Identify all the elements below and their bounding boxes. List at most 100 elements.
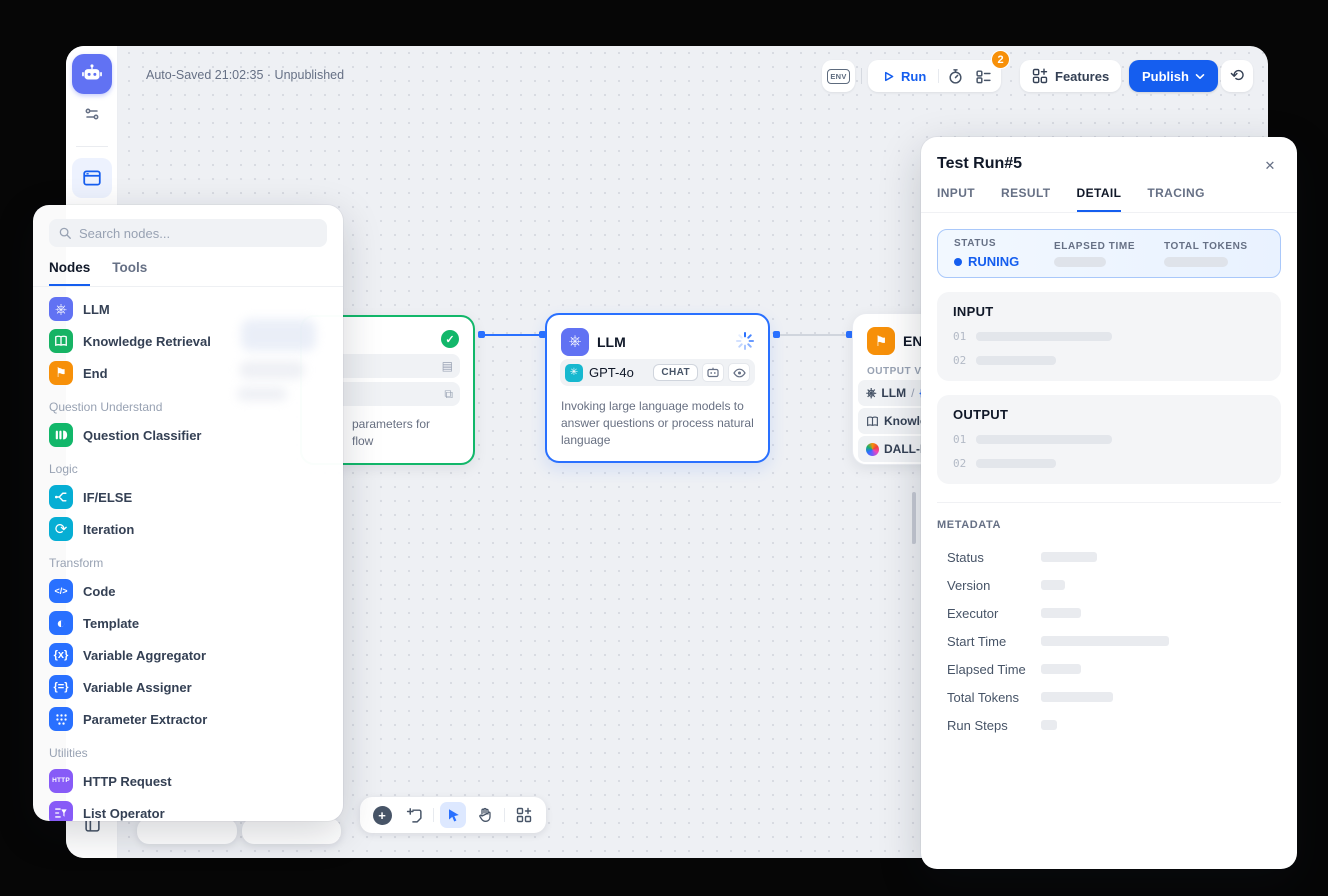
canvas-scrollbar-thumb[interactable]	[912, 492, 916, 544]
node-item-end[interactable]: ⚑ End	[41, 357, 335, 389]
node-item-variable-aggregator[interactable]: {x} Variable Aggregator	[41, 639, 335, 671]
skeleton	[1041, 720, 1057, 730]
autosave-status: Auto-Saved 21:02:35 · Unpublished	[146, 68, 344, 82]
node-item-variable-assigner[interactable]: {=} Variable Assigner	[41, 671, 335, 703]
llm-node-header: ⎈ LLM	[561, 328, 626, 356]
input-row: 02	[953, 354, 1265, 367]
close-button[interactable]: ✕	[1258, 154, 1282, 178]
node-item-llm[interactable]: ⎈ LLM	[41, 293, 335, 325]
node-item-knowledge-retrieval[interactable]: Knowledge Retrieval	[41, 325, 335, 357]
status-card: STATUS RUNING ELAPSED TIME TOTAL TOKENS	[937, 229, 1281, 278]
node-item-if-else[interactable]: IF/ELSE	[41, 481, 335, 513]
play-icon	[882, 70, 895, 83]
metadata-row-elapsed-time: Elapsed Time	[937, 655, 1281, 683]
elapsed-skeleton	[1054, 257, 1106, 267]
features-button[interactable]: Features	[1020, 60, 1121, 92]
book-icon	[866, 415, 879, 428]
gpt-4o-icon: ✳	[565, 364, 583, 382]
checklist-count-badge: 2	[991, 50, 1010, 69]
total-tokens-column: TOTAL TOKENS	[1164, 241, 1248, 267]
variable-aggregator-icon: {x}	[49, 643, 73, 667]
hand-tool-button[interactable]	[472, 802, 498, 828]
input-skeleton	[976, 356, 1056, 365]
workflow-settings-icon[interactable]	[82, 104, 102, 124]
question-classifier-icon	[49, 423, 73, 447]
tab-result[interactable]: RESULT	[1001, 186, 1051, 212]
sliders-icon	[83, 105, 101, 123]
features-label: Features	[1055, 69, 1109, 84]
iteration-icon: ⟳	[49, 517, 73, 541]
code-icon: </>	[49, 579, 73, 603]
node-item-template[interactable]: ◐ Template	[41, 607, 335, 639]
variable-assigner-icon: {=}	[49, 675, 73, 699]
checklist-button[interactable]	[969, 63, 997, 89]
parameter-extractor-icon	[49, 707, 73, 731]
edge-handle	[773, 331, 780, 338]
section-question-understand: Question Understand	[41, 389, 335, 419]
list-operator-icon	[49, 801, 73, 821]
output-skeleton	[976, 459, 1056, 468]
edge-llm-end	[780, 334, 846, 336]
skeleton	[1041, 636, 1169, 646]
metadata-row-version: Version	[937, 571, 1281, 599]
robot-badge-icon	[707, 367, 719, 378]
chat-mode-badge: CHAT	[653, 364, 698, 381]
llm-model-row[interactable]: ✳ GPT-4o CHAT	[560, 359, 755, 386]
publish-button[interactable]: Publish	[1129, 60, 1218, 92]
organize-blocks-button[interactable]	[511, 802, 537, 828]
end-flag-icon: ⚑	[867, 327, 895, 355]
document-icon: ▤	[442, 359, 453, 373]
run-control-group: Run	[868, 60, 1001, 92]
output-row: 02	[953, 457, 1265, 470]
llm-node[interactable]: ⎈ LLM ✳ GPT-4o CHAT	[545, 313, 770, 463]
test-run-panel: Test Run#5 ✕ INPUT RESULT DETAIL TRACING…	[921, 137, 1297, 869]
edge-start-llm	[485, 334, 539, 336]
undo-redo-controls[interactable]	[242, 818, 341, 844]
node-type-list: ⎈ LLM Knowledge Retrieval ⚑ End Question…	[33, 287, 343, 821]
add-note-button[interactable]	[401, 802, 427, 828]
add-node-button[interactable]: +	[369, 802, 395, 828]
input-row: 01	[953, 330, 1265, 343]
features-grid-icon	[1032, 68, 1048, 84]
vision-robot-badge	[702, 363, 724, 382]
llm-icon: ⎈	[561, 328, 589, 356]
node-item-list-operator[interactable]: List Operator	[41, 797, 335, 821]
node-item-code[interactable]: </> Code	[41, 575, 335, 607]
node-item-question-classifier[interactable]: Question Classifier	[41, 419, 335, 451]
publish-label: Publish	[1142, 69, 1189, 84]
tab-detail[interactable]: DETAIL	[1077, 186, 1122, 212]
env-icon: ENV	[827, 69, 850, 84]
app-robot-icon[interactable]	[72, 54, 112, 94]
sidebar-item-blocks[interactable]	[72, 158, 112, 198]
tokens-skeleton	[1164, 257, 1228, 267]
tab-tracing[interactable]: TRACING	[1147, 186, 1204, 212]
nodes-panel: Nodes Tools ⎈ LLM Knowledge Retrieval ⚑ …	[33, 205, 343, 821]
node-item-http-request[interactable]: HTTP HTTP Request	[41, 765, 335, 797]
env-button[interactable]: ENV	[822, 60, 855, 92]
run-history-timer-button[interactable]	[941, 63, 969, 89]
robot-icon	[81, 63, 103, 85]
nodes-panel-tabs: Nodes Tools	[33, 256, 343, 287]
pointer-tool-button[interactable]	[440, 802, 466, 828]
elapsed-time-column: ELAPSED TIME	[1054, 241, 1164, 267]
node-item-iteration[interactable]: ⟳ Iteration	[41, 513, 335, 545]
tab-input[interactable]: INPUT	[937, 186, 975, 212]
tab-tools[interactable]: Tools	[112, 256, 147, 286]
skeleton	[1041, 580, 1065, 590]
copy-icon: ⧉	[444, 387, 453, 402]
edge-handle	[478, 331, 485, 338]
node-item-parameter-extractor[interactable]: Parameter Extractor	[41, 703, 335, 735]
template-icon: ◐	[49, 611, 73, 635]
search-nodes-input[interactable]	[79, 226, 299, 241]
llm-icon: ⎈	[49, 297, 73, 321]
search-icon	[58, 226, 72, 240]
skeleton	[1041, 608, 1081, 618]
zoom-controls[interactable]	[137, 818, 237, 844]
run-button[interactable]: Run	[872, 69, 936, 84]
end-flag-icon: ⚑	[49, 361, 73, 385]
search-nodes-box[interactable]	[49, 219, 327, 247]
version-history-button[interactable]: ⟲	[1221, 60, 1253, 92]
tab-nodes[interactable]: Nodes	[49, 256, 90, 286]
llm-node-description: Invoking large language models to answer…	[561, 398, 754, 449]
running-dot-icon	[954, 258, 962, 266]
